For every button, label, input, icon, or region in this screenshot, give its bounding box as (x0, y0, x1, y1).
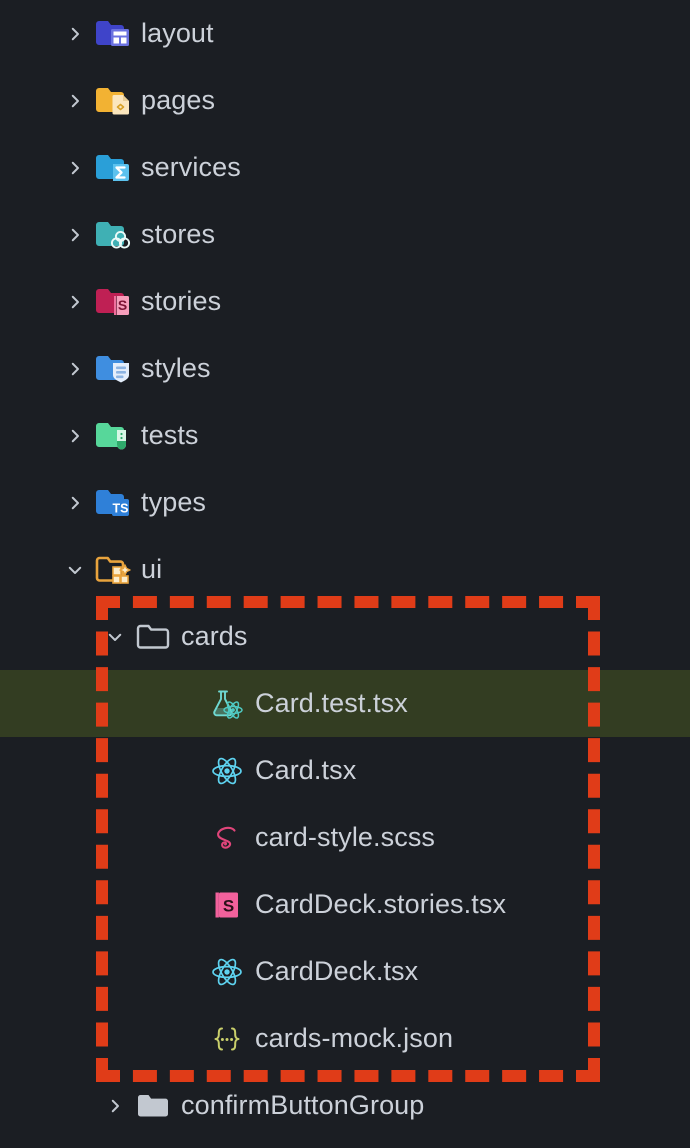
file-explorer-tree: layout pages services stores Sstories styles t… (0, 0, 690, 1148)
tree-row-label: tests (141, 420, 199, 450)
tree-row-label: stores (141, 219, 216, 249)
chevron-right-icon[interactable] (62, 289, 88, 315)
tree-row-label: types (141, 487, 207, 517)
tree-row[interactable]: services (0, 134, 690, 201)
folder-types-icon: TS (94, 486, 132, 520)
tree-row[interactable]: card-style.scss (0, 804, 690, 871)
svg-text:TS: TS (113, 501, 129, 515)
tree-row[interactable]: tests (0, 402, 690, 469)
chevron-right-icon[interactable] (62, 155, 88, 181)
tree-row[interactable]: Card.test.tsx (0, 670, 690, 737)
svg-text:S: S (223, 896, 234, 915)
tree-row[interactable]: TS types (0, 469, 690, 536)
svg-text:S: S (118, 297, 127, 313)
file-react-icon (208, 955, 246, 989)
tree-row-label: CardDeck.stories.tsx (255, 889, 507, 919)
folder-layout-icon (94, 17, 132, 51)
tree-row-label: layout (141, 18, 214, 48)
chevron-right-icon[interactable] (102, 1093, 128, 1119)
tree-row[interactable]: CardDeck.tsx (0, 938, 690, 1005)
tree-row-label: cards-mock.json (255, 1023, 454, 1053)
chevron-right-icon[interactable] (62, 423, 88, 449)
tree-row[interactable]: Sstories (0, 268, 690, 335)
file-storybook-icon: S (208, 888, 246, 922)
tree-row-label: Card.tsx (255, 755, 357, 785)
tree-row[interactable]: Card.tsx (0, 737, 690, 804)
file-react-icon (208, 754, 246, 788)
folder-plain-icon (134, 1089, 172, 1123)
folder-pages-icon (94, 84, 132, 118)
folder-open-outline-icon (134, 620, 172, 654)
tree-row[interactable]: pages (0, 67, 690, 134)
tree-row-label: card-style.scss (255, 822, 436, 852)
folder-stories-icon: S (94, 285, 132, 319)
chevron-down-icon[interactable] (102, 624, 128, 650)
chevron-down-icon[interactable] (62, 557, 88, 583)
folder-ui-icon (94, 553, 132, 587)
tree-row-label: stories (141, 286, 222, 316)
chevron-right-icon[interactable] (62, 88, 88, 114)
tree-row-label: ui (141, 554, 163, 584)
chevron-right-icon[interactable] (62, 222, 88, 248)
chevron-right-icon[interactable] (62, 356, 88, 382)
tree-row-label: confirmButtonGroup (181, 1090, 425, 1120)
folder-stores-icon (94, 218, 132, 252)
tree-row[interactable]: styles (0, 335, 690, 402)
folder-tests-icon (94, 419, 132, 453)
tree-row-label: services (141, 152, 241, 182)
tree-row-label: CardDeck.tsx (255, 956, 419, 986)
tree-row[interactable]: cards-mock.json (0, 1005, 690, 1072)
tree-row[interactable]: stores (0, 201, 690, 268)
file-sass-icon (208, 821, 246, 855)
tree-row[interactable]: ui (0, 536, 690, 603)
tree-row[interactable]: layout (0, 0, 690, 67)
chevron-right-icon[interactable] (62, 490, 88, 516)
chevron-right-icon[interactable] (62, 21, 88, 47)
folder-services-icon (94, 151, 132, 185)
tree-row-label: pages (141, 85, 216, 115)
tree-row-label: Card.test.tsx (255, 688, 408, 718)
tree-row[interactable]: confirmButtonGroup (0, 1072, 690, 1139)
file-json-icon (208, 1022, 246, 1056)
tree-row-list: layout pages services stores Sstories styles t… (0, 0, 690, 1139)
tree-row-label: cards (181, 621, 248, 651)
tree-row[interactable]: cards (0, 603, 690, 670)
tree-row-label: styles (141, 353, 211, 383)
tree-row[interactable]: S CardDeck.stories.tsx (0, 871, 690, 938)
folder-styles-icon (94, 352, 132, 386)
file-test-react-icon (208, 687, 246, 721)
